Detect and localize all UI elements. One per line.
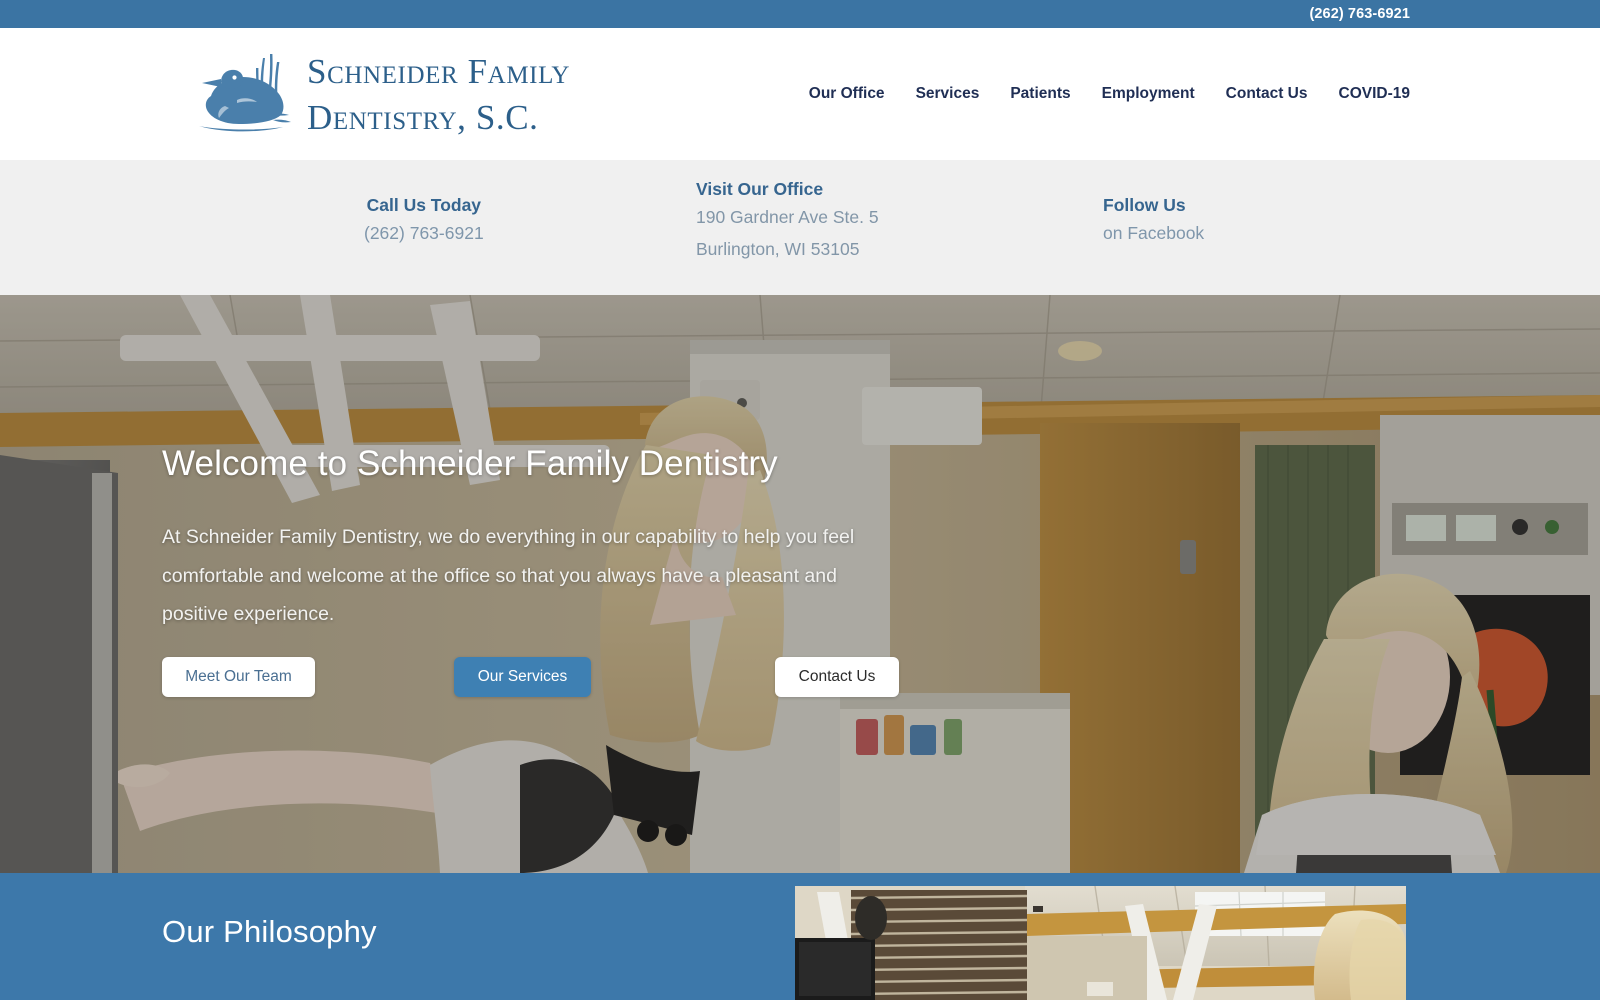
info-column-call: Call Us Today (262) 763-6921 xyxy=(364,193,484,250)
our-services-button[interactable]: Our Services xyxy=(454,657,591,697)
call-us-phone[interactable]: (262) 763-6921 xyxy=(364,218,484,249)
philosophy-photo xyxy=(795,886,1406,1000)
site-header: Schneider Family Dentistry, S.C. Our Off… xyxy=(0,28,1600,160)
top-phone-bar: (262) 763-6921 xyxy=(0,0,1600,28)
main-navigation: Our Office Services Patients Employment … xyxy=(809,85,1410,103)
loon-bird-logo-icon xyxy=(185,52,293,136)
contact-us-button[interactable]: Contact Us xyxy=(775,657,899,697)
hero-section: Welcome to Schneider Family Dentistry At… xyxy=(0,295,1600,873)
philosophy-title: Our Philosophy xyxy=(162,914,377,949)
topbar-phone-number[interactable]: (262) 763-6921 xyxy=(1309,6,1410,22)
nav-item-contact-us[interactable]: Contact Us xyxy=(1226,85,1308,103)
call-us-title: Call Us Today xyxy=(366,195,482,215)
hero-cta-group: Meet Our Team Our Services Contact Us xyxy=(162,657,907,697)
facebook-link[interactable]: on Facebook xyxy=(1103,218,1204,249)
philosophy-section: Our Philosophy xyxy=(0,873,1600,1000)
visit-office-title: Visit Our Office xyxy=(696,179,824,199)
brand-wordmark: Schneider Family Dentistry, S.C. xyxy=(307,54,570,135)
contact-info-bar: Call Us Today (262) 763-6921 Visit Our O… xyxy=(0,160,1600,295)
nav-item-covid-19[interactable]: COVID-19 xyxy=(1339,85,1411,103)
hero-title: Welcome to Schneider Family Dentistry xyxy=(162,444,778,483)
nav-item-our-office[interactable]: Our Office xyxy=(809,85,885,103)
info-column-visit: Visit Our Office 190 Gardner Ave Ste. 5 … xyxy=(696,179,879,265)
brand-line-1: Schneider Family xyxy=(307,51,571,91)
nav-item-services[interactable]: Services xyxy=(916,85,980,103)
meet-our-team-button[interactable]: Meet Our Team xyxy=(162,657,315,697)
brand-line-2: Dentistry, S.C. xyxy=(307,97,539,137)
info-column-follow: Follow Us on Facebook xyxy=(1103,193,1204,250)
brand-logo-link[interactable]: Schneider Family Dentistry, S.C. xyxy=(185,52,570,136)
hero-paragraph: At Schneider Family Dentistry, we do eve… xyxy=(162,526,855,625)
nav-item-patients[interactable]: Patients xyxy=(1010,85,1070,103)
office-address-line-2: Burlington, WI 53105 xyxy=(696,238,860,259)
follow-us-title: Follow Us xyxy=(1103,195,1186,215)
nav-item-employment[interactable]: Employment xyxy=(1102,85,1195,103)
office-address-line-1: 190 Gardner Ave Ste. 5 xyxy=(696,207,879,228)
hero-content: Welcome to Schneider Family Dentistry At… xyxy=(162,443,907,634)
